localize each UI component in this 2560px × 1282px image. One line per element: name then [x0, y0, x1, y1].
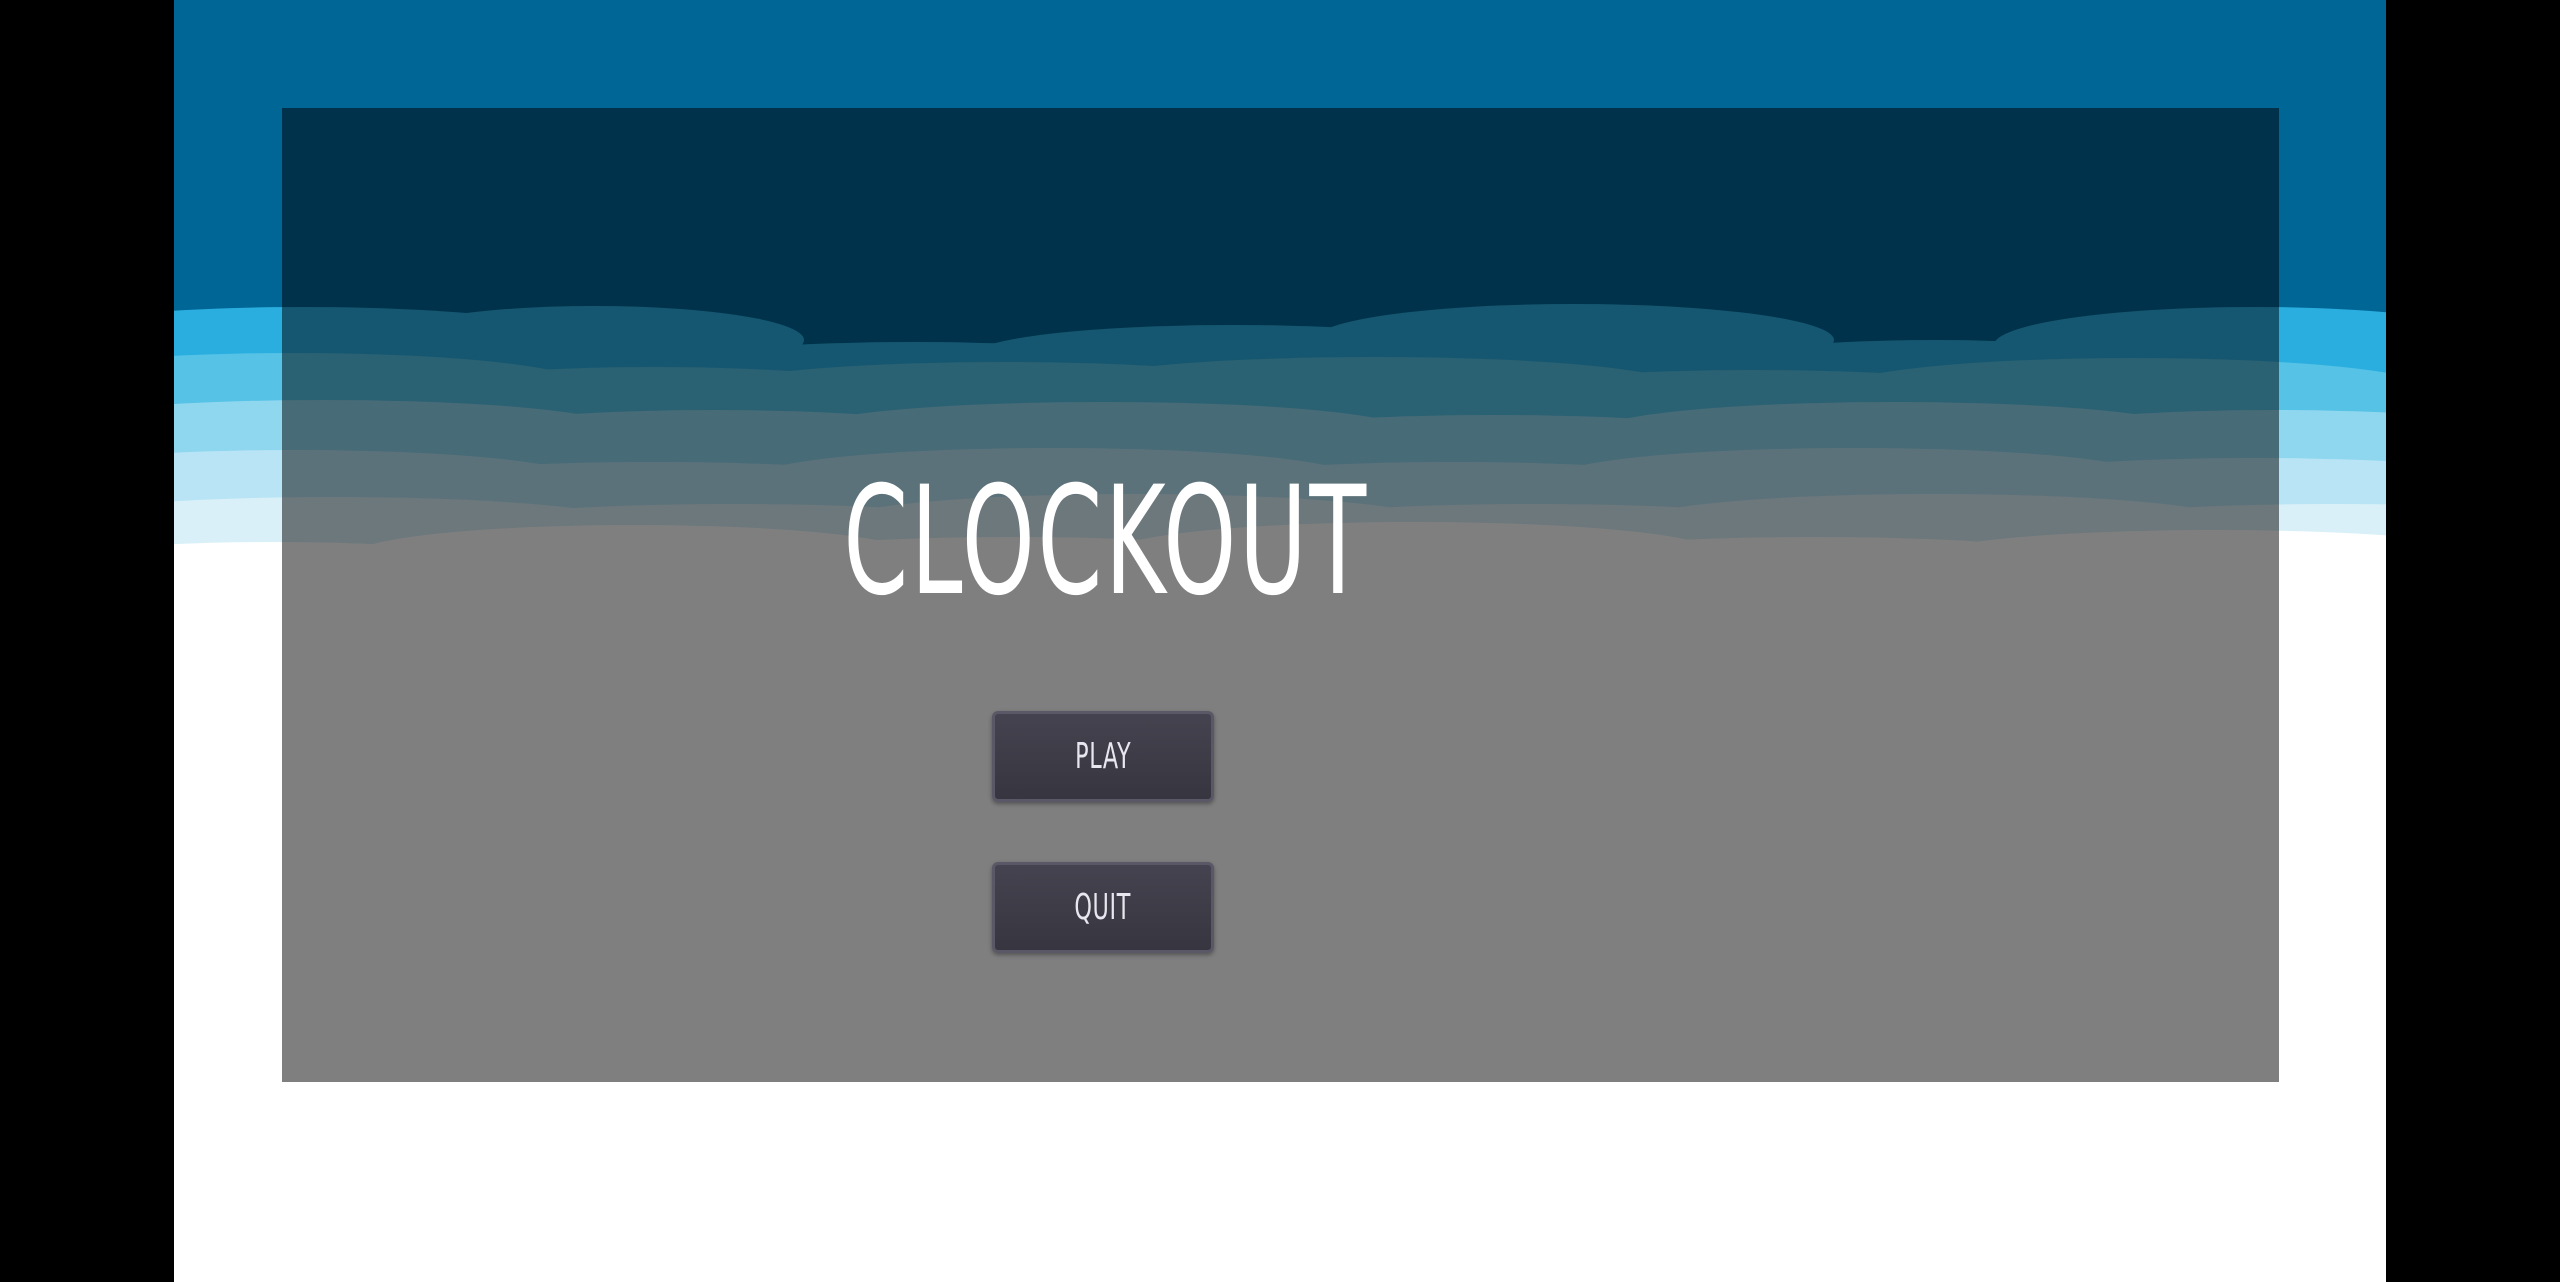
- game-window: CLOCKOUT PLAY QUIT: [0, 0, 2560, 1282]
- letterbox-right: [2386, 0, 2560, 1282]
- letterbox-left: [0, 0, 174, 1282]
- play-button[interactable]: PLAY: [992, 711, 1214, 802]
- game-title: CLOCKOUT: [843, 455, 1369, 629]
- play-button-label: PLAY: [1074, 736, 1132, 777]
- quit-button[interactable]: QUIT: [992, 862, 1214, 953]
- game-viewport: [174, 0, 2386, 1282]
- quit-button-label: QUIT: [1074, 887, 1132, 928]
